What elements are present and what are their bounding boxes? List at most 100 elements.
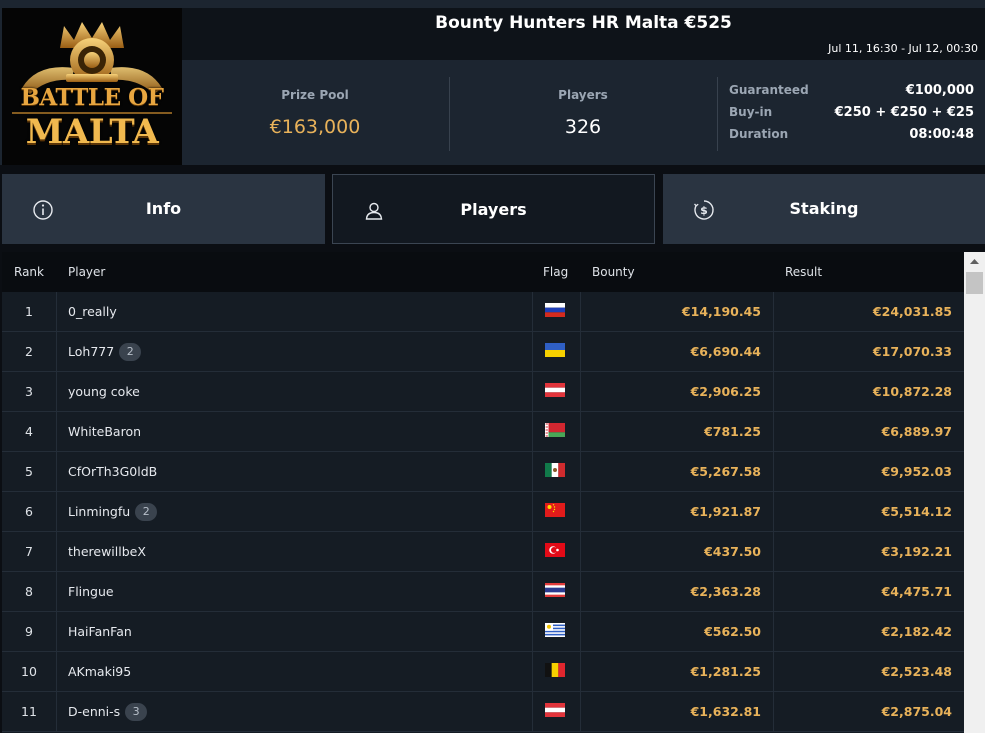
tournament-header: BATTLE OF MALTA Bounty Hunters HR Malta …	[0, 0, 985, 165]
logo-text-line2: MALTA	[25, 112, 159, 152]
result-cell: €17,070.33	[773, 332, 964, 371]
belarus-flag-icon	[545, 423, 565, 437]
tournament-title: Bounty Hunters HR Malta €525	[435, 13, 732, 33]
mexico-flag-icon	[545, 463, 565, 477]
logo-text-line1: BATTLE OF	[20, 84, 164, 111]
table-row[interactable]: 11 D-enni-s 3 €1,632.81 €2,875.04	[2, 692, 964, 732]
table-row[interactable]: 6 Linmingfu 2 €1,921.87 €5,514.12	[2, 492, 964, 532]
bounty-cell: €5,267.58	[580, 452, 773, 491]
table-scrollbar[interactable]	[964, 252, 985, 733]
result-cell: €2,875.04	[773, 692, 964, 731]
player-name[interactable]: D-enni-s	[68, 704, 120, 719]
turkey-flag-icon	[545, 543, 565, 557]
bounty-cell: €437.50	[580, 532, 773, 571]
flag-cell	[532, 692, 580, 731]
player-cell[interactable]: young coke	[56, 372, 532, 411]
player-name[interactable]: Linmingfu	[68, 504, 130, 519]
russia-flag-icon	[545, 303, 565, 317]
rank-cell: 5	[25, 464, 33, 479]
table-row[interactable]: 5 CfOrTh3G0ldB €5,267.58 €9,952.03	[2, 452, 964, 492]
detail-label: Guaranteed	[729, 83, 809, 97]
player-entries-badge: 2	[135, 502, 158, 521]
player-name[interactable]: Loh777	[68, 344, 114, 359]
table-row[interactable]: 7 therewillbeX €437.50 €3,192.21	[2, 532, 964, 572]
table-row[interactable]: 8 Flingue €2,363.28 €4,475.71	[2, 572, 964, 612]
uruguay-flag-icon	[545, 623, 565, 637]
bounty-cell: €2,363.28	[580, 572, 773, 611]
table-row[interactable]: 9 HaiFanFan €562.50 €2,182.42	[2, 612, 964, 652]
flag-cell	[532, 492, 580, 531]
table-row[interactable]: 2 Loh777 2 €6,690.44 €17,070.33	[2, 332, 964, 372]
tab-players[interactable]: Players	[332, 174, 655, 244]
date-bar: Jul 11, 16:30 - Jul 12, 00:30	[182, 38, 985, 60]
player-cell[interactable]: D-enni-s 3	[56, 692, 532, 731]
table-header: Rank Player Flag Bounty Result	[2, 252, 964, 292]
scroll-up-button[interactable]	[964, 252, 985, 271]
player-name[interactable]: AKmaki95	[68, 664, 131, 679]
table-row[interactable]: 3 young coke €2,906.25 €10,872.28	[2, 372, 964, 412]
player-cell[interactable]: Linmingfu 2	[56, 492, 532, 531]
player-cell[interactable]: therewillbeX	[56, 532, 532, 571]
column-header-flag[interactable]: Flag	[543, 265, 568, 279]
player-cell[interactable]: 0_really	[56, 292, 532, 331]
bounty-cell: €562.50	[580, 612, 773, 651]
column-header-player[interactable]: Player	[68, 265, 105, 279]
chevron-up-icon	[970, 259, 979, 264]
player-name[interactable]: 0_really	[68, 304, 117, 319]
rank-cell: 8	[25, 584, 33, 599]
table-row[interactable]: 4 WhiteBaron €781.25 €6,889.97	[2, 412, 964, 452]
prize-pool-stat: Prize Pool €163,000	[182, 60, 448, 165]
flag-cell	[532, 332, 580, 371]
tab-info[interactable]: Info	[2, 174, 325, 244]
flag-cell	[532, 452, 580, 491]
result-cell: €24,031.85	[773, 292, 964, 331]
player-cell[interactable]: HaiFanFan	[56, 612, 532, 651]
stat-divider	[717, 77, 718, 151]
scrollbar-thumb[interactable]	[966, 272, 983, 294]
flag-cell	[532, 612, 580, 651]
bounty-cell: €781.25	[580, 412, 773, 451]
player-cell[interactable]: AKmaki95	[56, 652, 532, 691]
tournament-date-range: Jul 11, 16:30 - Jul 12, 00:30	[828, 42, 978, 55]
austria-flag-icon	[545, 383, 565, 397]
result-cell: €3,192.21	[773, 532, 964, 571]
tab-staking[interactable]: $ Staking	[663, 174, 985, 244]
detail-label: Duration	[729, 127, 789, 141]
player-entries-badge: 2	[119, 342, 142, 361]
prize-pool-label: Prize Pool	[281, 88, 349, 102]
player-cell[interactable]: Loh777 2	[56, 332, 532, 371]
detail-value: 08:00:48	[909, 127, 974, 142]
rank-cell: 9	[25, 624, 33, 639]
detail-row-duration: Duration 08:00:48	[729, 127, 974, 149]
player-name[interactable]: HaiFanFan	[68, 624, 132, 639]
result-cell: €10,872.28	[773, 372, 964, 411]
table-row[interactable]: 10 AKmaki95 €1,281.25 €2,523.48	[2, 652, 964, 692]
title-bar: Bounty Hunters HR Malta €525	[182, 8, 985, 38]
players-label: Players	[558, 88, 608, 102]
rank-cell: 10	[21, 664, 37, 679]
austria-flag-icon	[545, 703, 565, 717]
table-row[interactable]: 1 0_really €14,190.45 €24,031.85	[2, 292, 964, 332]
rank-cell: 4	[25, 424, 33, 439]
column-header-rank[interactable]: Rank	[14, 265, 44, 279]
flag-cell	[532, 652, 580, 691]
detail-row-guaranteed: Guaranteed €100,000	[729, 83, 974, 105]
result-cell: €6,889.97	[773, 412, 964, 451]
player-name[interactable]: CfOrTh3G0ldB	[68, 464, 157, 479]
player-cell[interactable]: WhiteBaron	[56, 412, 532, 451]
result-cell: €2,523.48	[773, 652, 964, 691]
detail-row-buy-in: Buy-in €250 + €250 + €25	[729, 105, 974, 127]
player-cell[interactable]: Flingue	[56, 572, 532, 611]
column-header-result[interactable]: Result	[785, 265, 822, 279]
player-name[interactable]: WhiteBaron	[68, 424, 141, 439]
player-name[interactable]: Flingue	[68, 584, 114, 599]
rank-cell: 2	[25, 344, 33, 359]
column-header-bounty[interactable]: Bounty	[592, 265, 635, 279]
player-cell[interactable]: CfOrTh3G0ldB	[56, 452, 532, 491]
player-name[interactable]: therewillbeX	[68, 544, 146, 559]
table-body: 1 0_really €14,190.45 €24,031.85 2 Loh777 2 €6,…	[2, 292, 964, 732]
result-cell: €9,952.03	[773, 452, 964, 491]
bounty-cell: €1,921.87	[580, 492, 773, 531]
player-name[interactable]: young coke	[68, 384, 140, 399]
rank-cell: 1	[25, 304, 33, 319]
